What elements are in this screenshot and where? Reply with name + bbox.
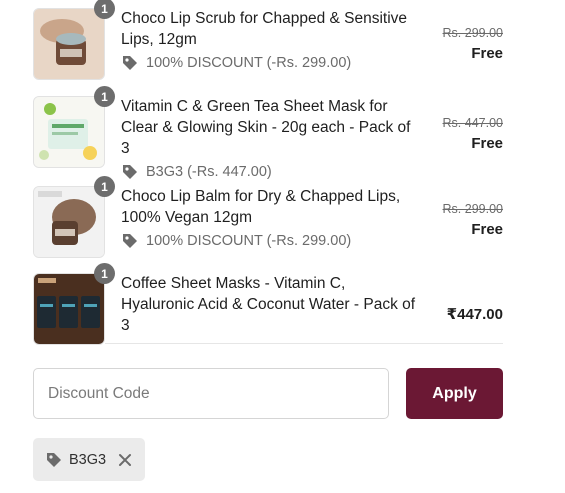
price-block: ₹447.00: [447, 300, 503, 323]
quantity-badge: 1: [94, 0, 115, 19]
final-price: Free: [471, 221, 503, 238]
price-block: Rs. 447.00 Free: [443, 116, 503, 152]
final-price: Free: [471, 45, 503, 62]
lip-scrub-jar-icon: [33, 8, 105, 80]
tag-icon: [123, 234, 137, 248]
item-info: Vitamin C & Green Tea Sheet Mask for Cle…: [121, 96, 421, 181]
original-price: Rs. 299.00: [442, 202, 503, 216]
divider: [105, 343, 503, 344]
product-name: Choco Lip Balm for Dry & Chapped Lips, 1…: [121, 188, 401, 226]
tag-icon: [123, 165, 137, 179]
line-item: 1 Coffee Sheet Masks - Vitamin C, Hyalur…: [33, 263, 503, 345]
product-thumbnail: 1: [33, 86, 115, 168]
final-price: ₹447.00: [446, 306, 503, 323]
price-block: Rs. 299.00 Free: [443, 26, 503, 62]
original-price: Rs. 447.00: [442, 116, 503, 130]
original-price: Rs. 299.00: [442, 26, 503, 40]
tag-icon: [47, 452, 61, 467]
applied-discount-chip: B3G3: [33, 438, 145, 481]
product-thumbnail: 1: [33, 0, 115, 80]
item-info: Choco Lip Scrub for Chapped & Sensitive …: [121, 8, 421, 72]
product-name: Vitamin C & Green Tea Sheet Mask for Cle…: [121, 98, 411, 157]
apply-button[interactable]: Apply: [406, 368, 503, 419]
final-price: Free: [471, 135, 503, 152]
quantity-badge: 1: [94, 86, 115, 107]
discount-line: 100% DISCOUNT (-Rs. 299.00): [121, 54, 421, 72]
sheet-mask-pack-icon: [33, 96, 105, 168]
discount-line: 100% DISCOUNT (-Rs. 299.00): [121, 232, 421, 250]
product-name: Choco Lip Scrub for Chapped & Sensitive …: [121, 10, 408, 48]
line-item: 1 Choco Lip Balm for Dry & Chapped Lips,…: [33, 176, 503, 258]
item-info: Choco Lip Balm for Dry & Chapped Lips, 1…: [121, 186, 421, 250]
applied-code-label: B3G3: [69, 451, 107, 468]
item-info: Coffee Sheet Masks - Vitamin C, Hyaluron…: [121, 273, 421, 336]
discount-text: 100% DISCOUNT (-Rs. 299.00): [146, 55, 352, 71]
discount-text: 100% DISCOUNT (-Rs. 299.00): [146, 233, 352, 249]
discount-line: B3G3 (-Rs. 447.00): [121, 163, 421, 181]
quantity-badge: 1: [94, 176, 115, 197]
discount-text: B3G3 (-Rs. 447.00): [146, 164, 272, 180]
remove-code-icon[interactable]: [117, 452, 133, 468]
tag-icon: [123, 56, 137, 70]
product-thumbnail: 1: [33, 176, 115, 258]
line-item: 1 Vitamin C & Green Tea Sheet Mask for C…: [33, 86, 503, 181]
line-item: 1 Choco Lip Scrub for Chapped & Sensitiv…: [33, 0, 503, 80]
quantity-badge: 1: [94, 263, 115, 284]
product-name: Coffee Sheet Masks - Vitamin C, Hyaluron…: [121, 275, 416, 334]
discount-code-input[interactable]: [33, 368, 389, 419]
lip-balm-jar-icon: [33, 186, 105, 258]
product-thumbnail: 1: [33, 263, 115, 345]
price-block: Rs. 299.00 Free: [443, 202, 503, 238]
coffee-mask-packs-icon: [33, 273, 105, 345]
